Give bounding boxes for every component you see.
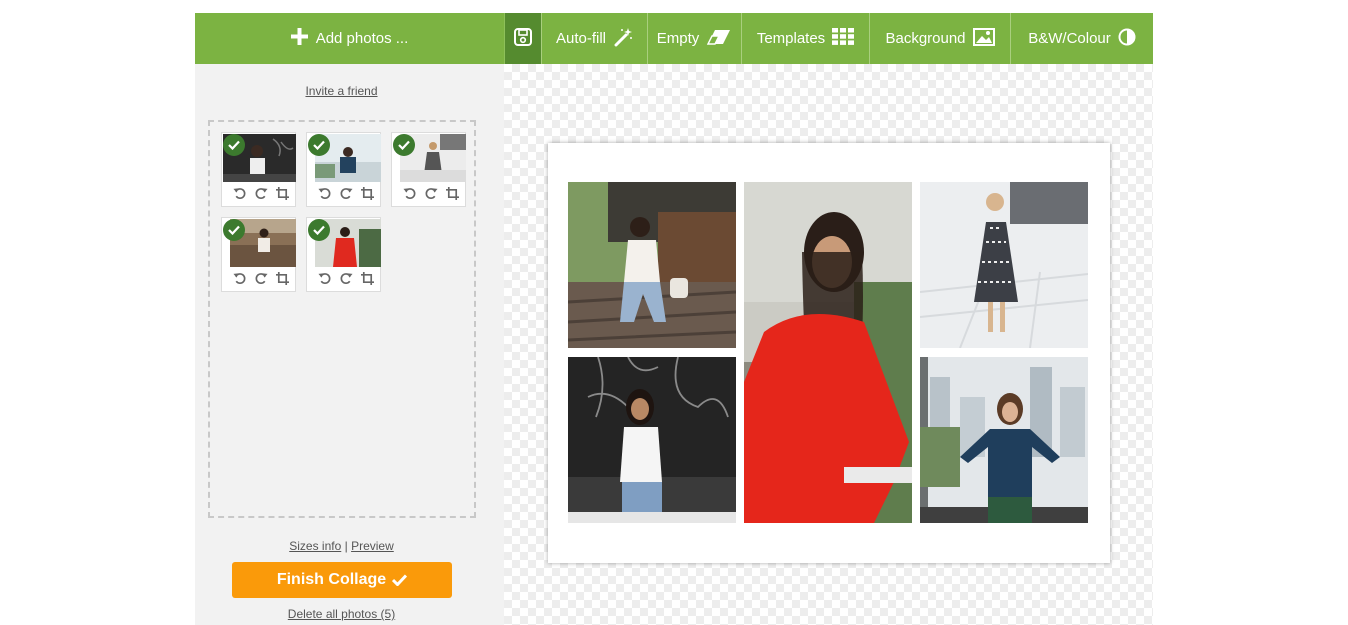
crop-icon[interactable] xyxy=(275,271,290,286)
background-label: Background xyxy=(885,30,966,47)
photo-thumbnail[interactable] xyxy=(221,217,296,292)
checkmark-icon xyxy=(308,219,330,241)
preview-link[interactable]: Preview xyxy=(351,539,394,553)
collage-sheet[interactable] xyxy=(548,143,1110,563)
sidebar: Invite a friend Sizes info | Preview Fin… xyxy=(195,64,504,625)
eraser-icon xyxy=(706,29,732,49)
checkmark-icon xyxy=(223,134,245,156)
crop-icon[interactable] xyxy=(360,186,375,201)
photo-thumbnail[interactable] xyxy=(221,132,296,207)
delete-all-photos-link[interactable]: Delete all photos (5) xyxy=(195,607,488,621)
add-photos-button[interactable]: Add photos ... xyxy=(195,13,504,64)
rotate-left-icon[interactable] xyxy=(317,186,332,201)
checkmark-icon xyxy=(393,134,415,156)
plus-icon xyxy=(290,28,308,49)
collage-canvas xyxy=(504,64,1153,625)
invite-friend-link[interactable]: Invite a friend xyxy=(195,84,488,98)
checkmark-icon xyxy=(308,134,330,156)
thumbnail-controls xyxy=(317,271,375,286)
crop-icon[interactable] xyxy=(445,186,460,201)
rotate-left-icon[interactable] xyxy=(402,186,417,201)
autofill-label: Auto-fill xyxy=(555,30,607,47)
empty-button[interactable]: Empty xyxy=(647,13,741,64)
photo-thumbnail[interactable] xyxy=(306,132,381,207)
magic-wand-icon xyxy=(613,27,633,51)
collage-photo-slot[interactable] xyxy=(568,357,736,523)
templates-button[interactable]: Templates xyxy=(741,13,869,64)
toolbar: Add photos ... Auto-fill Empty Templates xyxy=(195,13,1153,64)
add-photos-label: Add photos ... xyxy=(315,30,409,47)
rotate-left-icon[interactable] xyxy=(232,271,247,286)
contrast-icon xyxy=(1118,28,1136,50)
collage-app: Add photos ... Auto-fill Empty Templates xyxy=(195,13,1153,625)
collage-photo-slot[interactable] xyxy=(744,182,912,523)
rotate-right-icon[interactable] xyxy=(424,186,439,201)
collage-photo-slot[interactable] xyxy=(568,182,736,348)
photo-thumbnail[interactable] xyxy=(306,217,381,292)
collage-photo-slot[interactable] xyxy=(920,182,1088,348)
rotate-left-icon[interactable] xyxy=(232,186,247,201)
grid-icon xyxy=(832,28,855,49)
rotate-right-icon[interactable] xyxy=(254,271,269,286)
bw-colour-label: B&W/Colour xyxy=(1028,30,1111,47)
save-button[interactable] xyxy=(504,13,541,64)
thumbnail-controls xyxy=(402,186,460,201)
rotate-right-icon[interactable] xyxy=(339,271,354,286)
bw-colour-button[interactable]: B&W/Colour xyxy=(1010,13,1153,64)
info-links: Sizes info | Preview xyxy=(195,539,488,553)
autofill-button[interactable]: Auto-fill xyxy=(541,13,647,64)
link-separator: | xyxy=(344,539,348,553)
finish-collage-label: Finish Collage xyxy=(276,571,387,588)
rotate-right-icon[interactable] xyxy=(254,186,269,201)
finish-collage-button[interactable]: Finish Collage xyxy=(232,562,452,598)
empty-label: Empty xyxy=(656,30,700,47)
image-icon xyxy=(972,27,995,50)
checkmark-icon xyxy=(392,574,408,586)
checkmark-icon xyxy=(223,219,245,241)
thumbnail-controls xyxy=(232,186,290,201)
thumbnail-controls xyxy=(317,186,375,201)
thumbnail-controls xyxy=(232,271,290,286)
rotate-right-icon[interactable] xyxy=(339,186,354,201)
save-icon xyxy=(513,27,533,51)
rotate-left-icon[interactable] xyxy=(317,271,332,286)
sizes-info-link[interactable]: Sizes info xyxy=(289,539,341,553)
crop-icon[interactable] xyxy=(275,186,290,201)
templates-label: Templates xyxy=(756,30,826,47)
photo-thumbnail[interactable] xyxy=(391,132,466,207)
crop-icon[interactable] xyxy=(360,271,375,286)
background-button[interactable]: Background xyxy=(869,13,1010,64)
photo-dropzone[interactable] xyxy=(208,120,476,518)
collage-photo-slot[interactable] xyxy=(920,357,1088,523)
